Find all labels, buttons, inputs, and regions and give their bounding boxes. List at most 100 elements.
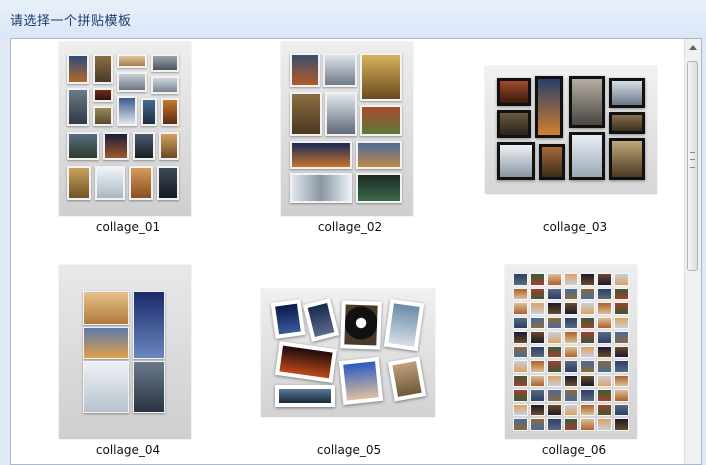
mosaic-tile [529, 316, 545, 330]
mosaic-tile [513, 302, 528, 315]
mosaic-tile [580, 331, 596, 344]
mosaic-tile [513, 345, 528, 359]
mosaic-tile [546, 360, 562, 373]
mosaic-tile [546, 403, 562, 417]
mosaic-tile [529, 287, 545, 301]
grip-icon [690, 152, 695, 168]
mosaic-tile [580, 403, 596, 417]
mosaic-tile [563, 302, 579, 315]
mosaic-tile [563, 331, 579, 344]
mosaic-tile [546, 374, 562, 388]
template-collage-05[interactable]: collage_05 [261, 265, 437, 464]
template-name-label: collage_06 [541, 443, 607, 457]
chevron-up-icon [689, 45, 697, 50]
mosaic-tile [597, 273, 613, 286]
mosaic-tile [563, 273, 579, 286]
dialog-title-bar: 请选择一个拼贴模板 [0, 0, 706, 38]
template-thumbnail [261, 289, 435, 417]
mosaic-tile [614, 389, 629, 402]
mosaic-tile [597, 389, 613, 402]
mosaic-tile [614, 331, 629, 344]
mosaic-tile [614, 273, 629, 286]
mosaic-tile [597, 302, 613, 315]
mosaic-tile [597, 331, 613, 344]
mosaic-tile [513, 418, 528, 431]
mosaic-tile [529, 331, 545, 344]
mosaic-tile [546, 273, 562, 286]
mosaic-tile [546, 331, 562, 344]
mosaic-tile [563, 403, 579, 417]
mosaic-tile [529, 403, 545, 417]
mosaic-tile [614, 403, 629, 417]
mosaic-tile [580, 345, 596, 359]
mosaic-tile [580, 360, 596, 373]
mosaic-tile [563, 374, 579, 388]
mosaic-tile [580, 316, 596, 330]
mosaic-tile [513, 316, 528, 330]
template-collage-06[interactable]: collage_06 [495, 265, 653, 464]
mosaic-tile [580, 418, 596, 431]
mosaic-tile [513, 389, 528, 402]
template-thumbnail [281, 42, 413, 216]
mosaic-tile [546, 418, 562, 431]
template-name-label: collage_01 [95, 220, 161, 234]
mosaic-tile [580, 374, 596, 388]
mosaic-tile [580, 302, 596, 315]
template-name-label: collage_03 [542, 220, 608, 234]
template-list-panel[interactable]: collage_01 collage_02 collage_03 collage… [10, 38, 702, 465]
mosaic-tile [529, 389, 545, 402]
mosaic-tile [513, 403, 528, 417]
vertical-scrollbar[interactable] [684, 39, 701, 464]
mosaic-tile [529, 302, 545, 315]
template-name-label: collage_04 [95, 443, 161, 457]
mosaic-tile [513, 273, 528, 286]
mosaic-tile [597, 345, 613, 359]
mosaic-tile [563, 418, 579, 431]
mosaic-tile [563, 345, 579, 359]
mosaic-tile [563, 389, 579, 402]
mosaic-tile [529, 273, 545, 286]
dialog-title: 请选择一个拼贴模板 [10, 14, 132, 29]
scroll-thumb[interactable] [687, 61, 698, 271]
template-collage-04[interactable]: collage_04 [49, 265, 207, 464]
mosaic-tile [529, 345, 545, 359]
mosaic-tile [513, 360, 528, 373]
template-thumbnail [59, 42, 191, 216]
mosaic-tile [614, 287, 629, 301]
mosaic-tile [614, 345, 629, 359]
mosaic-tile [597, 374, 613, 388]
mosaic-tile [546, 389, 562, 402]
mosaic-tile [563, 287, 579, 301]
mosaic-tile [529, 418, 545, 431]
mosaic-tile [614, 360, 629, 373]
mosaic-tile [597, 360, 613, 373]
mosaic-tile [597, 418, 613, 431]
mosaic-tile [580, 389, 596, 402]
mosaic-tile [513, 374, 528, 388]
template-thumbnail [59, 265, 191, 439]
mosaic-tile [580, 273, 596, 286]
mosaic-tile [614, 302, 629, 315]
mosaic-tile [597, 403, 613, 417]
mosaic-tile [614, 418, 629, 431]
mosaic-tile [563, 360, 579, 373]
mosaic-tile [580, 287, 596, 301]
mosaic-tile [546, 302, 562, 315]
mosaic-tile [597, 316, 613, 330]
scroll-up-button[interactable] [685, 39, 701, 56]
mosaic-tile [546, 316, 562, 330]
mosaic-tile [529, 374, 545, 388]
mosaic-tile [529, 360, 545, 373]
template-name-label: collage_05 [316, 443, 382, 457]
mosaic-tile [614, 374, 629, 388]
template-collage-02[interactable]: collage_02 [271, 42, 429, 236]
mosaic-tile [513, 287, 528, 301]
template-name-label: collage_02 [317, 220, 383, 234]
mosaic-tile [546, 345, 562, 359]
template-collage-03[interactable]: collage_03 [485, 42, 665, 236]
mosaic-tile [614, 316, 629, 330]
mosaic-tile [513, 331, 528, 344]
template-collage-01[interactable]: collage_01 [49, 42, 207, 236]
template-thumbnail [485, 66, 657, 194]
mosaic-tile [563, 316, 579, 330]
